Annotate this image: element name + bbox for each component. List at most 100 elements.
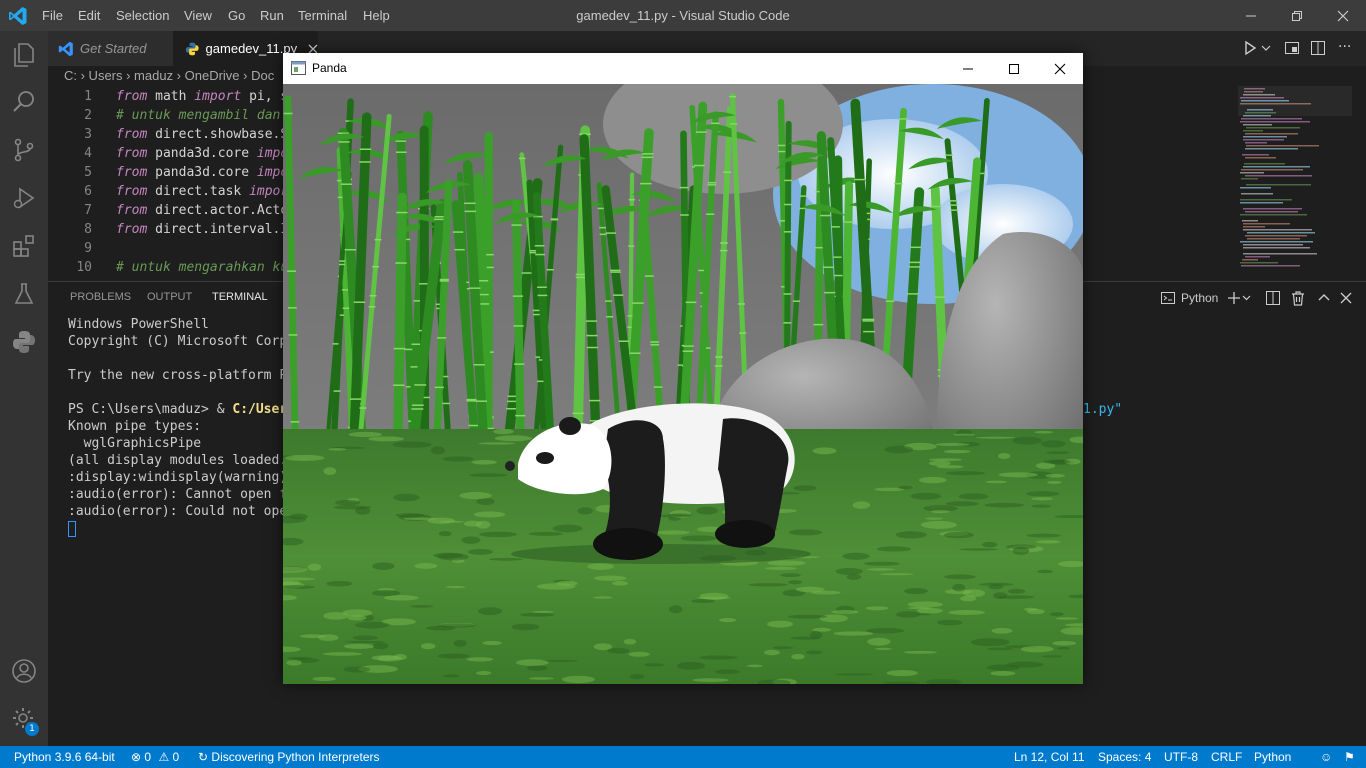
vscode-logo-icon bbox=[9, 7, 27, 25]
more-actions-button[interactable]: ··· bbox=[1338, 40, 1351, 54]
code-text: panda3d.core bbox=[147, 146, 257, 161]
code-line: from direct.actor.Acto bbox=[116, 203, 288, 218]
breadcrumb-path: C: › Users › maduz › OneDrive › Doc bbox=[64, 68, 275, 83]
panda-maximize-button[interactable] bbox=[991, 53, 1037, 84]
code-keyword: from bbox=[116, 89, 148, 104]
code-keyword: from bbox=[116, 165, 148, 180]
code-keyword: from bbox=[116, 222, 148, 237]
flask-icon bbox=[14, 283, 34, 304]
menu-view[interactable]: View bbox=[184, 0, 212, 31]
end-of-line[interactable]: CRLF bbox=[1211, 746, 1242, 768]
line-number: 1 bbox=[84, 89, 92, 104]
app-window-icon bbox=[291, 61, 306, 75]
split-editor-button[interactable] bbox=[1310, 40, 1326, 60]
close-icon bbox=[1340, 292, 1352, 304]
terminal-text: Try the new cross-platform Powe bbox=[68, 368, 311, 383]
terminal-text: :display:windisplay(warning): S bbox=[68, 470, 311, 485]
python-interpreter[interactable]: Python 3.9.6 64-bit bbox=[14, 746, 115, 768]
menu-terminal[interactable]: Terminal bbox=[298, 0, 347, 31]
terminal-text: :audio(error): Cannot open file bbox=[68, 487, 311, 502]
chevron-up-icon bbox=[1318, 294, 1330, 301]
menu-run[interactable]: Run bbox=[260, 0, 284, 31]
terminal-line: Windows PowerShell bbox=[68, 317, 209, 332]
maximize-panel-button[interactable] bbox=[1316, 290, 1332, 310]
cursor-position[interactable]: Ln 12, Col 11 bbox=[1014, 746, 1085, 768]
terminal-line: Known pipe types: bbox=[68, 419, 201, 434]
files-icon bbox=[14, 43, 34, 67]
status-bar: Python 3.9.6 64-bit ⊗ 0 ⚠ 0 ↻ Discoverin… bbox=[0, 746, 1366, 768]
restore-button[interactable] bbox=[1274, 0, 1320, 31]
close-button[interactable] bbox=[1320, 0, 1366, 31]
code-line: from math import pi, s bbox=[116, 89, 288, 104]
account-icon bbox=[12, 659, 36, 683]
problems-indicator[interactable]: ⊗ 0 ⚠ 0 bbox=[131, 746, 179, 768]
scene-render bbox=[283, 84, 1083, 684]
panda-close-button[interactable] bbox=[1037, 53, 1083, 84]
line-number: 4 bbox=[84, 146, 92, 161]
new-terminal-button[interactable] bbox=[1226, 290, 1252, 310]
extensions-button[interactable] bbox=[0, 223, 48, 269]
encoding[interactable]: UTF-8 bbox=[1164, 746, 1198, 768]
error-icon: ⊗ bbox=[131, 750, 142, 764]
terminal-shell-selector[interactable]: Python bbox=[1160, 290, 1218, 306]
run-debug-icon bbox=[13, 187, 35, 209]
open-preview-button[interactable] bbox=[1284, 40, 1300, 60]
python-button[interactable] bbox=[0, 319, 48, 365]
code-comment: # untuk mengambil dan bbox=[116, 108, 281, 123]
code-keyword: from bbox=[116, 146, 148, 161]
panda-minimize-button[interactable] bbox=[945, 53, 991, 84]
split-terminal-button[interactable] bbox=[1265, 290, 1281, 310]
terminal-shell-name: Python bbox=[1181, 291, 1219, 305]
line-number: 9 bbox=[84, 241, 92, 256]
code-text: direct.interval.I bbox=[147, 222, 289, 237]
close-icon bbox=[1054, 63, 1066, 74]
run-python-file-button[interactable] bbox=[1242, 40, 1272, 60]
loading-icon: ↻ bbox=[198, 750, 209, 764]
code-line: # untuk mengarahkan ku bbox=[116, 260, 288, 275]
terminal-text: (all display modules loaded.) bbox=[68, 453, 295, 468]
source-control-button[interactable] bbox=[0, 127, 48, 173]
panel-tab-terminal[interactable]: TERMINAL bbox=[212, 282, 268, 315]
search-button[interactable] bbox=[0, 79, 48, 125]
minimize-button[interactable] bbox=[1228, 0, 1274, 31]
search-icon bbox=[13, 91, 34, 112]
error-count: 0 bbox=[144, 750, 152, 764]
code-text: pi, s bbox=[241, 89, 289, 104]
code-line: from direct.showbase.S bbox=[116, 127, 288, 142]
manage-button[interactable]: 1 bbox=[0, 696, 48, 742]
kill-terminal-button[interactable] bbox=[1290, 290, 1306, 310]
menu-edit[interactable]: Edit bbox=[78, 0, 100, 31]
discovering-status: ↻ Discovering Python Interpreters bbox=[198, 746, 379, 768]
indentation[interactable]: Spaces: 4 bbox=[1098, 746, 1151, 768]
panda-title-bar[interactable]: Panda bbox=[283, 53, 1083, 84]
minimize-icon bbox=[963, 68, 973, 69]
minimap[interactable] bbox=[1238, 86, 1352, 281]
menu-help[interactable]: Help bbox=[363, 0, 390, 31]
code-keyword: from bbox=[116, 203, 148, 218]
close-panel-button[interactable] bbox=[1338, 290, 1354, 310]
panel-tab-output[interactable]: OUTPUT bbox=[147, 282, 192, 314]
terminal-line: (all display modules loaded.) bbox=[68, 453, 295, 468]
language-mode[interactable]: Python bbox=[1254, 746, 1291, 768]
terminal-text: wglGraphicsPipe bbox=[68, 436, 202, 451]
testing-button[interactable] bbox=[0, 271, 48, 317]
code-text: panda3d.core bbox=[147, 165, 257, 180]
tab-get-started[interactable]: Get Started bbox=[48, 31, 173, 66]
menu-go[interactable]: Go bbox=[228, 0, 245, 31]
accounts-button[interactable] bbox=[0, 648, 48, 694]
run-debug-button[interactable] bbox=[0, 175, 48, 221]
notifications-icon[interactable]: ⚑ bbox=[1344, 746, 1355, 768]
code-text: direct.task bbox=[147, 184, 250, 199]
play-icon bbox=[1245, 40, 1271, 56]
explorer-button[interactable] bbox=[0, 31, 48, 77]
extensions-icon bbox=[13, 235, 34, 257]
panda3d-scene[interactable] bbox=[283, 84, 1083, 684]
panel-tab-problems[interactable]: PROBLEMS bbox=[70, 282, 131, 314]
code-text: direct.actor.Acto bbox=[147, 203, 289, 218]
menu-selection[interactable]: Selection bbox=[116, 0, 169, 31]
split-editor-icon bbox=[1311, 41, 1325, 55]
terminal-text: Windows PowerShell bbox=[68, 317, 209, 332]
menu-file[interactable]: File bbox=[42, 0, 63, 31]
line-number: 5 bbox=[84, 165, 92, 180]
feedback-icon[interactable]: ☺ bbox=[1320, 746, 1332, 768]
